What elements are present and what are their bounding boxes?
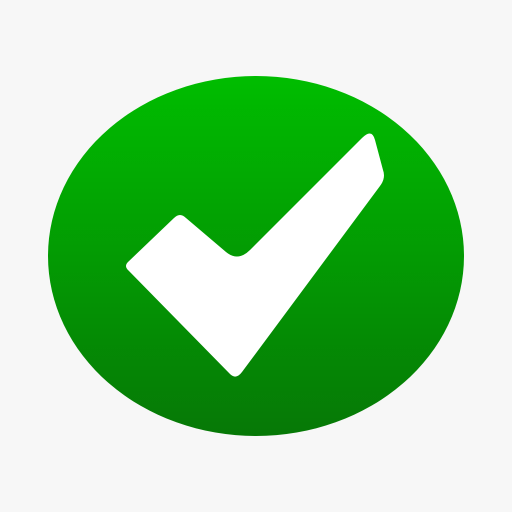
app-icon-canvas <box>0 0 512 512</box>
checkmark-icon <box>48 76 464 436</box>
